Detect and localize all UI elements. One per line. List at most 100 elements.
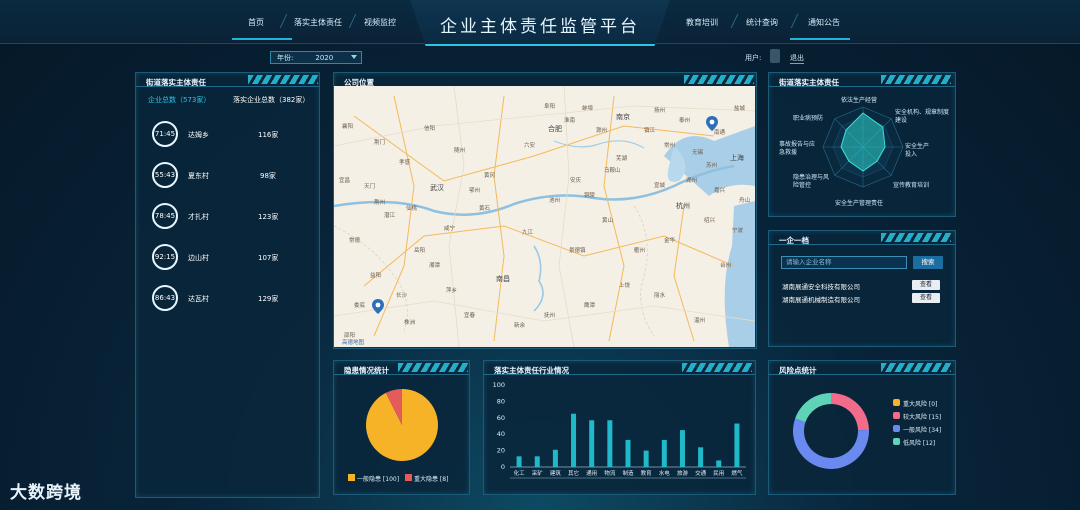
city-label: 九江 <box>522 230 534 236</box>
y-tick-label: 0 <box>501 463 505 471</box>
x-tick-label: 通用 <box>586 469 597 477</box>
header-decoration <box>881 75 951 84</box>
radar-axis-label: 职业病预防 <box>793 115 824 122</box>
bar-教育 <box>643 450 649 467</box>
header-decoration <box>682 363 752 372</box>
radar-axis-label: 依法生产经营 <box>841 97 878 104</box>
list-item[interactable]: 78:45 <box>152 203 178 229</box>
pie-slice-较大风险 <box>831 393 869 431</box>
hazard-panel: 隐患情况统计 一般隐患 [100] 重大隐患 [8] <box>333 360 470 495</box>
y-tick-label: 20 <box>497 447 505 455</box>
city-label: 信阳 <box>424 126 436 132</box>
x-tick-label: 民用 <box>713 470 724 477</box>
nav-responsibility[interactable]: 落实主体责任 <box>294 17 342 28</box>
city-label: 抚州 <box>544 313 556 319</box>
list-item[interactable]: 71:45 <box>152 121 178 147</box>
village-name: 才扎村 <box>188 213 209 221</box>
city-label: 随州 <box>454 148 466 154</box>
city-label: 马鞍山 <box>604 168 621 174</box>
y-tick-label: 100 <box>493 381 505 389</box>
map-pin-icon[interactable] <box>706 116 718 131</box>
list-item[interactable]: 92:15 <box>152 244 178 270</box>
search-button[interactable]: 搜索 <box>913 256 943 269</box>
y-tick-label: 80 <box>497 397 505 405</box>
city-label: 镇江 <box>644 128 656 134</box>
city-label: 泰州 <box>679 118 691 124</box>
enterprise-count: 129家 <box>258 295 279 303</box>
implemented-enterprises: 落实企业总数（382家） <box>233 96 310 104</box>
bar-交通 <box>698 447 704 467</box>
header-decoration <box>881 233 951 242</box>
radar-axis-label: 安全生产管理责任 <box>835 200 884 207</box>
city-label: 池州 <box>549 198 561 204</box>
nav-training[interactable]: 教育培训 <box>686 17 718 28</box>
city-label: 宜春 <box>464 313 476 319</box>
legend-label: 一般隐患 [100] <box>357 476 400 483</box>
logout-button[interactable]: 退出 <box>790 53 804 64</box>
city-label: 娄底 <box>354 303 366 309</box>
legend-label: 重大风险 [0] <box>903 401 938 408</box>
legend-label: 较大风险 [15] <box>903 414 942 421</box>
city-label: 温州 <box>694 318 706 324</box>
city-label: 武汉 <box>430 184 444 192</box>
enterprise-count: 107家 <box>258 254 279 262</box>
score-circle: 86:43 <box>152 285 178 311</box>
legend-swatch <box>893 425 900 432</box>
nav-statistics[interactable]: 统计查询 <box>746 17 778 28</box>
enterprise-count: 116家 <box>258 131 279 139</box>
city-label: 潜江 <box>384 213 396 219</box>
radar-axis-label: 事故报告与应急救援 <box>779 141 816 156</box>
panel-title: 街道落实主体责任 <box>146 78 206 87</box>
hazard-pie-chart <box>366 389 438 461</box>
bar-制造 <box>625 439 631 467</box>
legend-swatch <box>893 412 900 419</box>
city-label: 安庆 <box>570 178 582 184</box>
city-label: 黄山 <box>602 218 614 224</box>
city-label: 丽水 <box>654 293 666 299</box>
avatar <box>770 49 780 63</box>
city-label: 天门 <box>364 184 376 190</box>
score-circle: 55:43 <box>152 162 178 188</box>
bar-通用 <box>589 420 595 467</box>
year-select[interactable]: 年份: 2020 <box>270 51 362 64</box>
nav-notice[interactable]: 通知公告 <box>808 17 840 28</box>
map-attribution: 高德地图 <box>342 340 365 346</box>
village-name: 夏东村 <box>188 172 209 180</box>
nav-video[interactable]: 视频监控 <box>364 17 396 28</box>
view-button[interactable]: 查看 <box>912 293 940 303</box>
x-tick-label: 旅游 <box>677 469 689 477</box>
city-label: 常德 <box>349 238 361 244</box>
header-decoration <box>248 75 318 84</box>
city-label: 鹰潭 <box>584 303 596 309</box>
city-label: 宁波 <box>732 228 744 234</box>
x-tick-label: 教育 <box>641 469 653 477</box>
header-decoration <box>684 75 754 84</box>
panel-title: 风险点统计 <box>779 366 817 375</box>
x-tick-label: 交通 <box>695 469 707 477</box>
city-label: 扬州 <box>654 108 666 114</box>
left-panel: 街道落实主体责任 企业总数（573家） 落实企业总数（382家） 71:45 达… <box>135 72 320 498</box>
map-pin-icon[interactable] <box>372 299 384 314</box>
list-item[interactable]: 55:43 <box>152 162 178 188</box>
industry-panel: 落实主体责任行业情况 0 20 40 60 80 100 化工 采矿 建筑 其它 通用 物流 制造 教育水… <box>483 360 756 495</box>
city-label: 孝感 <box>399 160 411 166</box>
bar-水电 <box>661 439 667 467</box>
enterprise-count: 98家 <box>260 172 276 180</box>
company-search-input[interactable]: 请输入企业名称 <box>781 256 907 269</box>
nav-home[interactable]: 首页 <box>248 17 264 28</box>
city-label: 绍兴 <box>704 218 716 224</box>
city-label: 阜阳 <box>544 104 556 110</box>
risk-donut-chart <box>793 393 869 469</box>
radar-panel: 街道落实主体责任 依法生产经营 安全机构、规章制度建设 安全生产投入 宣传教育培… <box>768 72 956 217</box>
legend-swatch <box>348 474 355 481</box>
city-label: 萍乡 <box>446 288 458 294</box>
y-tick-label: 60 <box>497 414 505 422</box>
city-label: 舟山 <box>739 198 751 204</box>
risk-panel: 风险点统计 重大风险 [0] 较大风险 [15] 一般风险 [34] 低风险 [… <box>768 360 956 495</box>
city-label: 杭州 <box>676 202 690 210</box>
x-tick-label: 化工 <box>514 469 526 477</box>
legend-swatch <box>893 399 900 406</box>
view-button[interactable]: 查看 <box>912 280 940 290</box>
list-item[interactable]: 86:43 <box>152 285 178 311</box>
company-map[interactable]: 武汉 合肥 南京 上海 杭州 南昌 襄阳 信阳 阜阳 蚌埠 淮南 六安 安庆 芜… <box>334 86 755 347</box>
